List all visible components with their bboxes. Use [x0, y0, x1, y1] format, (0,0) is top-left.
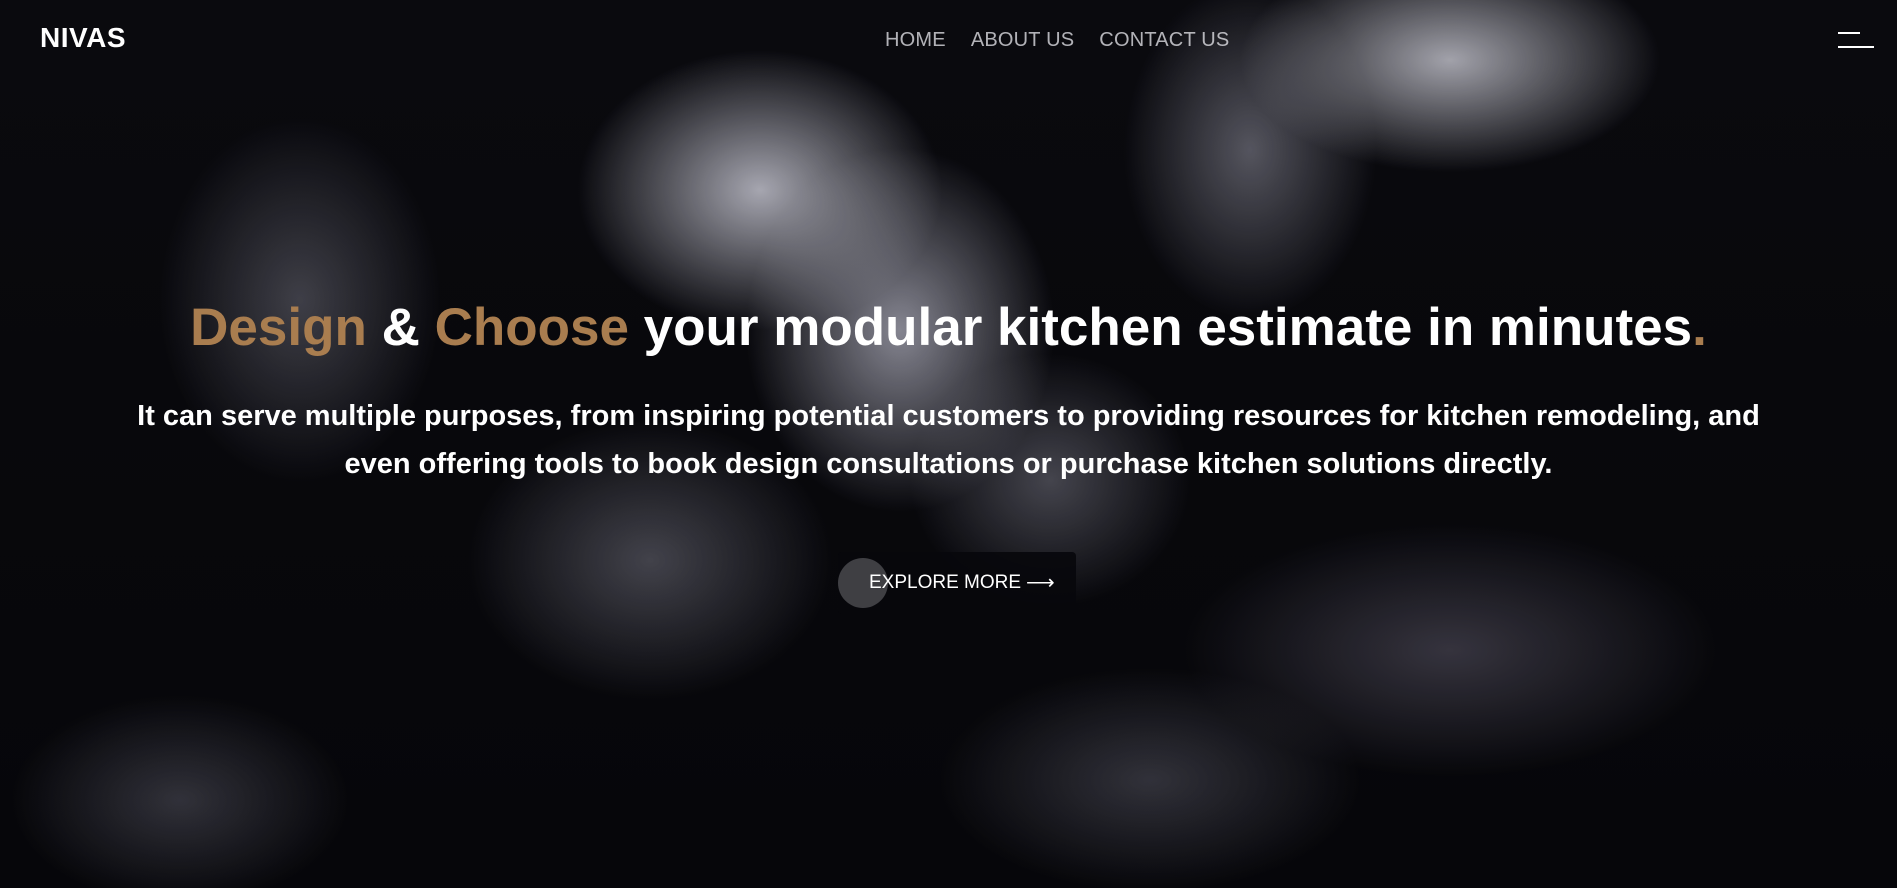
menu-item-home: HOME [885, 29, 946, 52]
hero-title-period: . [1692, 298, 1707, 357]
explore-more-button[interactable]: EXPLORE MORE ⟶ [838, 552, 1076, 614]
hero-title: Design & Choose your modular kitchen est… [0, 296, 1897, 360]
nav-link-home[interactable]: HOME [885, 29, 946, 51]
hero-title-rest: your modular kitchen estimate in minutes [628, 298, 1693, 357]
hamburger-menu-icon[interactable] [1838, 28, 1876, 52]
hero-subtitle-line-2: even offering tools to book design consu… [344, 448, 1553, 480]
arrow-right-icon: ⟶ [1026, 572, 1055, 594]
site-logo[interactable]: NIVAS [40, 22, 126, 54]
hero-title-choose: Choose [434, 298, 629, 357]
hero-subtitle: It can serve multiple purposes, from ins… [20, 392, 1877, 488]
hero-title-design: Design [190, 298, 367, 357]
menu-item-contact: CONTACT US [1099, 29, 1229, 52]
hamburger-bar-long [1838, 46, 1874, 48]
main-menu: HOME ABOUT US CONTACT US [885, 29, 1229, 52]
hamburger-bar-short [1838, 32, 1860, 34]
nav-link-about[interactable]: ABOUT US [971, 29, 1074, 51]
landing-page: NIVAS HOME ABOUT US CONTACT US Design & … [0, 0, 1897, 888]
hero-title-ampersand: & [366, 298, 435, 357]
top-navbar: NIVAS HOME ABOUT US CONTACT US [0, 0, 1897, 82]
nav-link-contact[interactable]: CONTACT US [1099, 29, 1229, 51]
menu-item-about: ABOUT US [971, 29, 1074, 52]
hero-subtitle-line-1: It can serve multiple purposes, from ins… [137, 400, 1760, 432]
explore-more-label: EXPLORE MORE [869, 572, 1022, 593]
